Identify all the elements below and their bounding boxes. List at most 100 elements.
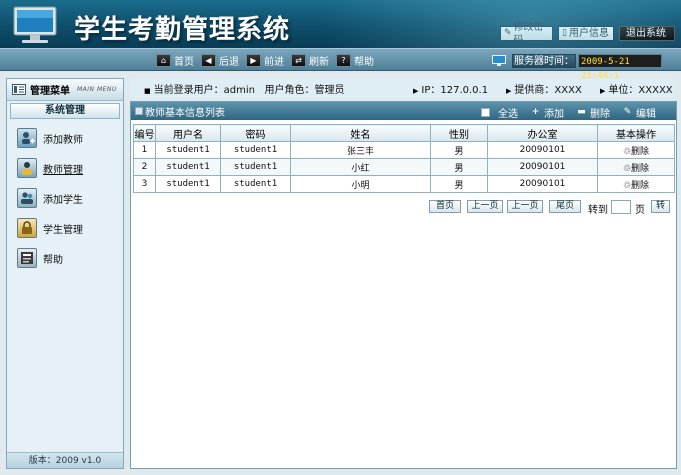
- column-header-office[interactable]: 办公室: [487, 124, 598, 142]
- go-button[interactable]: 转: [651, 200, 670, 213]
- edit-icon: ✎: [504, 28, 512, 38]
- cell-gender: 男: [430, 141, 488, 159]
- column-header-gender[interactable]: 性别: [430, 124, 488, 142]
- table-row[interactable]: 2 student1 student1 小红 男 20090101 ♲删除: [133, 158, 675, 176]
- sidebar: 管理菜单 MAIN MENU 系统管理 添加教师 教师管理 添加学生 学生管理 …: [6, 78, 124, 469]
- sidebar-item-label: 教师管理: [43, 164, 83, 176]
- checkbox-icon: [481, 108, 490, 117]
- monitor-icon: [492, 55, 506, 66]
- sidebar-item-add-teacher[interactable]: 添加教师: [7, 123, 123, 153]
- plus-icon: +: [531, 107, 540, 117]
- cell-operation: ♲删除: [597, 158, 675, 176]
- sidebar-header: 管理菜单 MAIN MENU: [7, 79, 123, 101]
- version-label: 版本：2009 v1.0: [7, 452, 123, 468]
- table-header-row: 编号 用户名 密码 姓名 性别 办公室 基本操作: [133, 124, 675, 142]
- cell-username: student1: [155, 141, 221, 159]
- sidebar-title: 管理菜单: [30, 86, 70, 97]
- nav-refresh[interactable]: ⇄ 刷新: [291, 53, 329, 68]
- first-page-button[interactable]: 首页: [429, 200, 461, 213]
- monitor-logo-icon: [13, 6, 57, 43]
- add-student-icon: [17, 188, 37, 208]
- back-arrow-icon: ◀: [201, 54, 216, 67]
- sidebar-item-add-student[interactable]: 添加学生: [7, 183, 123, 213]
- cell-username: student1: [155, 158, 221, 176]
- add-teacher-icon: [17, 128, 37, 148]
- sidebar-item-teacher-management[interactable]: 教师管理: [7, 153, 123, 183]
- column-header-id[interactable]: 编号: [133, 124, 156, 142]
- cell-gender: 男: [430, 158, 488, 176]
- column-header-name[interactable]: 姓名: [290, 124, 431, 142]
- logout-button[interactable]: 退出系统: [619, 26, 675, 41]
- arrow-right-icon: ▶: [600, 86, 606, 95]
- next-page-button[interactable]: 上一页: [507, 200, 543, 213]
- cell-password: student1: [220, 158, 291, 176]
- sidebar-section-system: 系统管理: [10, 103, 120, 119]
- cell-name: 小明: [290, 175, 431, 193]
- column-header-operation[interactable]: 基本操作: [597, 124, 675, 142]
- app-header: 学生考勤管理系统 ✎ 修改密码 ▯ 用户信息 退出系统: [0, 0, 681, 48]
- nav-help[interactable]: ? 帮助: [336, 53, 374, 68]
- add-button[interactable]: + 添加: [531, 105, 564, 121]
- cell-office: 20090101: [487, 158, 598, 176]
- cell-office: 20090101: [487, 141, 598, 159]
- bullet-square-icon: ■: [144, 86, 151, 95]
- nav-forward[interactable]: ▶ 前进: [246, 53, 284, 68]
- sidebar-item-help[interactable]: 帮助: [7, 243, 123, 273]
- unit-info: ▶ 单位：XXXXX: [600, 84, 673, 96]
- delete-button[interactable]: ▬ 删除: [577, 105, 610, 121]
- page-number-input[interactable]: [611, 200, 631, 214]
- edit-button[interactable]: ✎ 编辑: [623, 105, 656, 121]
- forward-arrow-icon: ▶: [246, 54, 261, 67]
- cell-gender: 男: [430, 175, 488, 193]
- lock-icon: [17, 218, 37, 238]
- row-delete-button[interactable]: ♲删除: [623, 164, 649, 174]
- cell-id: 1: [133, 141, 156, 159]
- provider-info: ▶ 提供商：XXXX: [506, 84, 582, 96]
- pager: 首页 上一页 上一页 尾页 转到 页 转: [131, 200, 676, 216]
- panel-header: 教师基本信息列表 全选 + 添加 ▬ 删除 ✎ 编辑: [131, 102, 676, 120]
- row-delete-button[interactable]: ♲删除: [623, 181, 649, 191]
- nav-back[interactable]: ◀ 后退: [201, 53, 239, 68]
- sidebar-item-student-management[interactable]: 学生管理: [7, 213, 123, 243]
- nav-bar: ⌂ 首页 ◀ 后退 ▶ 前进 ⇄ 刷新 ? 帮助 服务器时间： 2009-5-2…: [0, 48, 681, 81]
- app-window: 学生考勤管理系统 ✎ 修改密码 ▯ 用户信息 退出系统 ⌂ 首页 ◀ 后退 ▶ …: [0, 0, 681, 475]
- cell-id: 3: [133, 175, 156, 193]
- sidebar-item-label: 添加教师: [43, 134, 83, 146]
- teacher-management-icon: [17, 158, 37, 178]
- teacher-table: 编号 用户名 密码 姓名 性别 办公室 基本操作 1 student1 stud…: [133, 124, 675, 193]
- sidebar-item-label: 帮助: [43, 254, 63, 266]
- trash-icon: ♲: [622, 163, 632, 174]
- table-row[interactable]: 3 student1 student1 小明 男 20090101 ♲删除: [133, 175, 675, 193]
- user-icon: ▯: [562, 28, 567, 38]
- info-bar: ■ 当前登录用户：admin 用户角色：管理员 ▶ IP：127.0.0.1 ▶ 提供…: [130, 79, 675, 97]
- sidebar-subtitle: MAIN MENU: [77, 86, 117, 93]
- prev-page-button[interactable]: 上一页: [467, 200, 503, 213]
- select-all-button[interactable]: 全选: [481, 105, 518, 120]
- menu-panel-icon: [12, 84, 26, 95]
- change-password-button[interactable]: ✎ 修改密码: [500, 22, 553, 46]
- goto-label: 转到: [588, 205, 608, 216]
- arrow-right-icon: ▶: [506, 86, 512, 95]
- cell-id: 2: [133, 158, 156, 176]
- cell-operation: ♲删除: [597, 175, 675, 193]
- panel-title: 教师基本信息列表: [145, 107, 225, 119]
- last-page-button[interactable]: 尾页: [549, 200, 581, 213]
- cell-office: 20090101: [487, 175, 598, 193]
- list-icon: [135, 107, 143, 115]
- cell-name: 张三丰: [290, 141, 431, 159]
- server-time-value: 2009-5-21 21:44:1: [578, 54, 662, 81]
- current-user-info: ■ 当前登录用户：admin 用户角色：管理员: [144, 84, 345, 96]
- column-header-username[interactable]: 用户名: [155, 124, 221, 142]
- user-info-button[interactable]: ▯ 用户信息: [558, 26, 614, 41]
- nav-home[interactable]: ⌂ 首页: [156, 53, 194, 68]
- row-delete-button[interactable]: ♲删除: [623, 147, 649, 157]
- arrow-right-icon: ▶: [413, 86, 419, 95]
- pencil-icon: ✎: [623, 107, 632, 117]
- trash-icon: ♲: [622, 146, 632, 157]
- ip-info: ▶ IP：127.0.0.1: [413, 84, 489, 96]
- table-row[interactable]: 1 student1 student1 张三丰 男 20090101 ♲删除: [133, 141, 675, 159]
- sidebar-item-label: 添加学生: [43, 194, 83, 206]
- column-header-password[interactable]: 密码: [220, 124, 291, 142]
- app-title: 学生考勤管理系统: [74, 15, 291, 45]
- help-icon: ?: [336, 54, 351, 67]
